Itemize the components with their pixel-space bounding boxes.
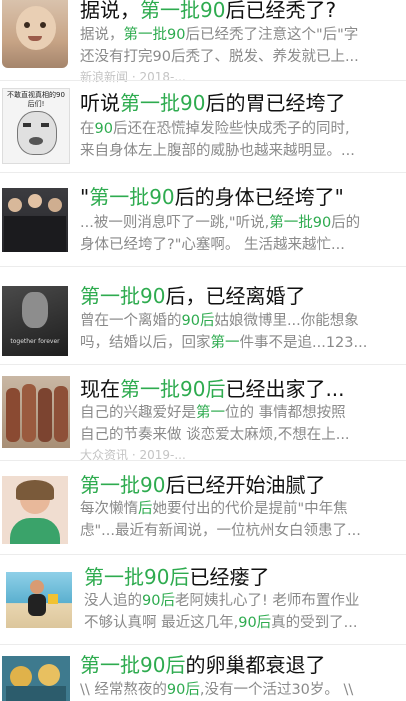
result-title[interactable]: 现在第一批90后已经出家了...: [80, 377, 345, 401]
result-snippet-line2: 来自身体左上腹部的威胁也越来越明显。...: [80, 143, 355, 159]
result-item-4[interactable]: together forever 第一批90后，已经离婚了 曾在一个离婚的90后…: [0, 268, 406, 363]
result-snippet-line1: 曾在一个离婚的90后姑娘微博里...你能想象: [80, 313, 359, 329]
result-title[interactable]: 据说，第一批90后已经秃了?: [80, 0, 336, 22]
result-snippet-line2: 吗，结婚以后，回家第一件事不是追...123...: [80, 335, 368, 351]
result-title[interactable]: 听说第一批90后的胃已经垮了: [80, 91, 345, 115]
result-item-5[interactable]: 现在第一批90后已经出家了... 自己的兴趣爱好是第一位的 事情都想按照 自己的…: [0, 366, 406, 462]
result-title[interactable]: 第一批90后已经瘘了: [84, 565, 269, 589]
divider: [0, 644, 406, 645]
result-item-3[interactable]: "第一批90后的身体已经垮了" ...被一则消息吓了一跳,"听说,第一批90后的…: [0, 174, 406, 264]
result-title[interactable]: 第一批90后，已经离婚了: [80, 284, 305, 308]
divider: [0, 364, 406, 365]
divider: [0, 266, 406, 267]
result-title[interactable]: 第一批90后的卵巢都衰退了: [80, 653, 325, 677]
thumbnail-hands: together forever: [2, 286, 68, 356]
result-snippet-line1: \\ 经常熬夜的90后,没有一个活过30岁。 \\: [80, 682, 354, 698]
thumbnail-cartoon: [2, 656, 70, 701]
thumbnail-baby: [2, 0, 68, 68]
result-snippet-line1: 每次懒惰后她要付出的代价是提前"中年焦: [80, 501, 348, 517]
result-snippet-line2: 自己的节奏来做 谈恋爱太麻烦,不想在上...: [80, 427, 350, 443]
result-title[interactable]: 第一批90后已经开始油腻了: [80, 473, 325, 497]
divider: [0, 460, 406, 461]
divider: [0, 172, 406, 173]
result-snippet-line2: 还没有打完90后秃了、脱发、养发就已上...: [80, 49, 359, 65]
result-item-7[interactable]: 第一批90后已经瘘了 没人追的90后老阿姨扎心了! 老师布置作业 不够认真啊 最…: [0, 556, 406, 644]
result-snippet-line1: 在90后还在恐慌掉发险些快成秃子的同时,: [80, 121, 350, 137]
thumbnail-group-photo: [2, 188, 68, 252]
result-item-1[interactable]: 据说，第一批90后已经秃了? 据说，第一批90后已经秃了注意这个"后"字 还没有…: [0, 0, 406, 84]
divider: [0, 80, 406, 81]
result-snippet-line1: 据说，第一批90后已经秃了注意这个"后"字: [80, 27, 359, 43]
thumbnail-illustration: [2, 476, 68, 544]
result-snippet-line1: 自己的兴趣爱好是第一位的 事情都想按照: [80, 405, 346, 421]
thumbnail-meme: 不敢直视真相的90后们!: [2, 88, 70, 164]
result-item-6[interactable]: 第一批90后已经开始油腻了 每次懒惰后她要付出的代价是提前"中年焦 虑"...最…: [0, 462, 406, 552]
result-snippet-line2: 身体已经垮了?"心塞啊。 生活越来越忙...: [80, 237, 345, 253]
result-item-2[interactable]: 不敢直视真相的90后们! 听说第一批90后的胃已经垮了 在90后还在恐慌掉发险些…: [0, 82, 406, 172]
result-title[interactable]: "第一批90后的身体已经垮了": [80, 185, 344, 209]
result-snippet-line2: 虑"...最近有新闻说，一位杭州女白领患了...: [80, 523, 361, 539]
result-snippet-line1: ...被一则消息吓了一跳,"听说,第一批90后的: [80, 215, 361, 231]
result-item-8[interactable]: 第一批90后的卵巢都衰退了 \\ 经常熬夜的90后,没有一个活过30岁。 \\: [0, 646, 406, 701]
divider: [0, 554, 406, 555]
result-snippet-line1: 没人追的90后老阿姨扎心了! 老师布置作业: [84, 593, 360, 609]
thumbnail-women: [2, 376, 70, 448]
thumbnail-beach: [6, 572, 72, 628]
result-snippet-line2: 不够认真啊 最近这几年,90后真的受到了...: [84, 615, 358, 631]
